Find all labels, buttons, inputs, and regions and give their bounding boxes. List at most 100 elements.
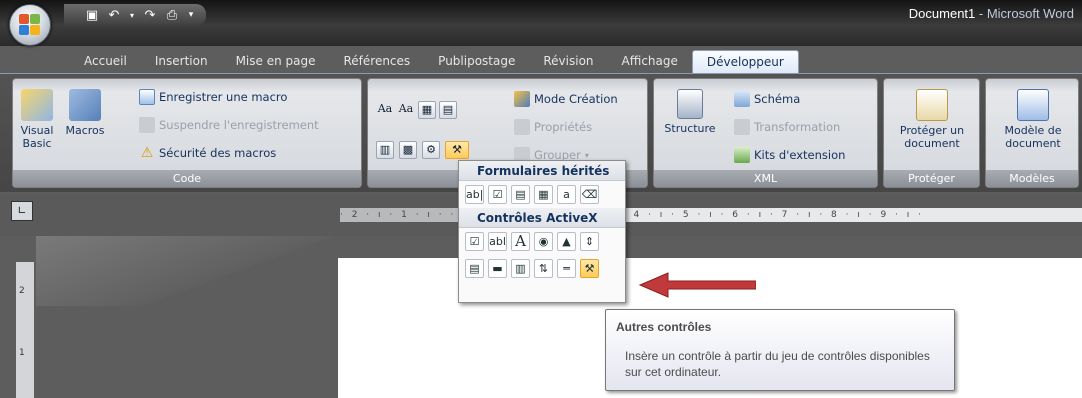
tab-accueil[interactable]: Accueil [70, 50, 141, 74]
activex-image-icon[interactable]: ▲ [557, 232, 576, 251]
vruler-tick-2: 2 [19, 286, 25, 296]
document-name: Document1 [908, 6, 976, 21]
office-button[interactable] [9, 4, 51, 46]
code-group-label: Code [13, 170, 361, 187]
properties-button[interactable]: Propriétés [514, 119, 592, 135]
expansion-packs-label: Kits d'extension [754, 148, 846, 162]
undo-icon[interactable]: ↶ [106, 7, 122, 23]
dropdown-list-control-icon[interactable]: ▥ [376, 141, 394, 159]
activex-row-2: ▤ ▬ ▥ ⇅ ═ ⚒ [459, 255, 625, 282]
pause-recording-label: Suspendre l'enregistrement [159, 118, 319, 132]
activex-command-button-icon[interactable]: ▬ [488, 259, 507, 278]
tab-selector-button[interactable]: ∟ [11, 201, 33, 221]
design-mode-button[interactable]: Mode Création [514, 91, 618, 107]
activex-toggle-button-icon[interactable]: ═ [557, 259, 576, 278]
legacy-shading-icon[interactable]: a [557, 185, 576, 204]
document-template-icon [1017, 89, 1049, 121]
ruler-ticks: · 2 · ı · 1 · ı · · ı · 1 · ı · 2 · ı · … [340, 210, 924, 220]
activex-combobox-icon[interactable]: ▥ [511, 259, 530, 278]
tooltip-title: Autres contrôles [616, 320, 712, 334]
tab-revision[interactable]: Révision [529, 50, 607, 74]
visual-basic-icon [21, 89, 53, 121]
transformation-label: Transformation [754, 120, 841, 134]
activex-scrollbar-icon[interactable]: ⇅ [534, 259, 553, 278]
activex-option-button-icon[interactable]: ◉ [534, 232, 553, 251]
legacy-checkbox-icon[interactable]: ☑ [488, 185, 507, 204]
schema-icon [734, 91, 750, 107]
horizontal-ruler[interactable]: · 2 · ı · 1 · ı · · ı · 1 · ı · 2 · ı · … [340, 208, 1082, 222]
protect-document-label: Protéger un document [899, 124, 965, 150]
app-name: Microsoft Word [986, 6, 1074, 21]
ribbon-tabs: Accueil Insertion Mise en page Référence… [70, 50, 799, 74]
legacy-reset-icon[interactable]: ⌫ [580, 185, 599, 204]
activex-spin-button-icon[interactable]: ⇕ [580, 232, 599, 251]
title-bar: ▣ ↶ ▾ ↷ ⎙ ▾ Document1 - Microsoft Word [0, 0, 1082, 46]
record-macro-button[interactable]: Enregistrer une macro [139, 89, 287, 105]
legacy-forms-row: ab| ☑ ▤ ▦ a ⌫ [459, 181, 625, 208]
activex-heading: Contrôles ActiveX [459, 208, 625, 228]
print-preview-icon[interactable]: ⎙ [164, 7, 180, 23]
schema-button[interactable]: Schéma [734, 91, 800, 107]
legacy-text-field-icon[interactable]: ab| [465, 185, 484, 204]
activex-row-1: ☑ abl A ◉ ▲ ⇕ [459, 228, 625, 255]
redo-icon[interactable]: ↷ [142, 7, 158, 23]
design-mode-label: Mode Création [534, 92, 618, 106]
date-picker-control-icon[interactable]: ▩ [399, 141, 417, 159]
pause-recording-button[interactable]: Suspendre l'enregistrement [139, 117, 319, 133]
page-shadow [36, 236, 336, 306]
tab-affichage[interactable]: Affichage [608, 50, 692, 74]
document-template-button[interactable]: Modèle de document [990, 89, 1076, 150]
legacy-tools-button[interactable]: ⚒ [445, 141, 469, 159]
schema-label: Schéma [754, 92, 801, 106]
undo-dropdown-icon[interactable]: ▾ [128, 7, 136, 23]
visual-basic-label: Visual Basic [20, 124, 54, 150]
warning-icon: ⚠ [140, 145, 154, 161]
more-controls-icon[interactable]: ⚒ [580, 259, 599, 278]
tab-references[interactable]: Références [329, 50, 424, 74]
templates-group-label: Modèles [986, 170, 1078, 187]
red-arrow-icon [638, 272, 756, 298]
macro-security-button[interactable]: ⚠ Sécurité des macros [139, 145, 277, 161]
more-controls-tooltip: Autres contrôles Insère un contrôle à pa… [605, 309, 955, 391]
picture-control-icon[interactable]: ▦ [418, 101, 436, 119]
legacy-dropdown-icon[interactable]: ▤ [511, 185, 530, 204]
legacy-tools-menu: Formulaires hérités ab| ☑ ▤ ▦ a ⌫ Contrô… [458, 160, 626, 303]
record-macro-label: Enregistrer une macro [159, 90, 288, 104]
protect-document-button[interactable]: Protéger un document [888, 89, 976, 150]
quick-access-toolbar: ▣ ↶ ▾ ↷ ⎙ ▾ [64, 4, 206, 26]
structure-button[interactable]: Structure [660, 89, 720, 135]
macros-icon [69, 89, 101, 121]
protect-group-label: Protéger [884, 170, 979, 187]
visual-basic-button[interactable]: Visual Basic [17, 89, 57, 150]
expansion-packs-icon [734, 147, 750, 163]
templates-group: Modèle de document Modèles [985, 78, 1079, 188]
vertical-ruler[interactable]: 2 1 [16, 262, 34, 398]
title-separator: - [975, 6, 987, 21]
activex-listbox-icon[interactable]: ▤ [465, 259, 484, 278]
text-control-icon[interactable]: Aa [397, 101, 415, 119]
protect-group: Protéger un document Protéger [883, 78, 980, 188]
properties-icon [514, 119, 530, 135]
save-icon[interactable]: ▣ [84, 7, 100, 23]
tab-mise-en-page[interactable]: Mise en page [222, 50, 330, 74]
transformation-button[interactable]: Transformation [734, 119, 840, 135]
tab-developpeur[interactable]: Développeur [691, 50, 799, 74]
activex-checkbox-icon[interactable]: ☑ [465, 232, 484, 251]
customize-qat-icon[interactable]: ▾ [186, 7, 196, 23]
activex-textbox-icon[interactable]: abl [488, 232, 507, 251]
combo-box-control-icon[interactable]: ▤ [439, 101, 457, 119]
tab-insertion[interactable]: Insertion [141, 50, 222, 74]
xml-group-label: XML [654, 170, 877, 187]
macros-button[interactable]: Macros [63, 89, 107, 137]
tab-publipostage[interactable]: Publipostage [424, 50, 529, 74]
properties-label: Propriétés [534, 120, 593, 134]
building-block-control-icon[interactable]: ⚙ [422, 141, 440, 159]
legacy-forms-heading: Formulaires hérités [459, 161, 625, 181]
expansion-packs-button[interactable]: Kits d'extension [734, 147, 845, 163]
activex-label-icon[interactable]: A [511, 232, 530, 251]
document-template-label: Modèle de document [1004, 124, 1062, 150]
structure-icon [677, 89, 703, 119]
legacy-frame-icon[interactable]: ▦ [534, 185, 553, 204]
rich-text-control-icon[interactable]: Aa [376, 101, 394, 119]
group-dropdown-icon: ▾ [584, 150, 589, 160]
